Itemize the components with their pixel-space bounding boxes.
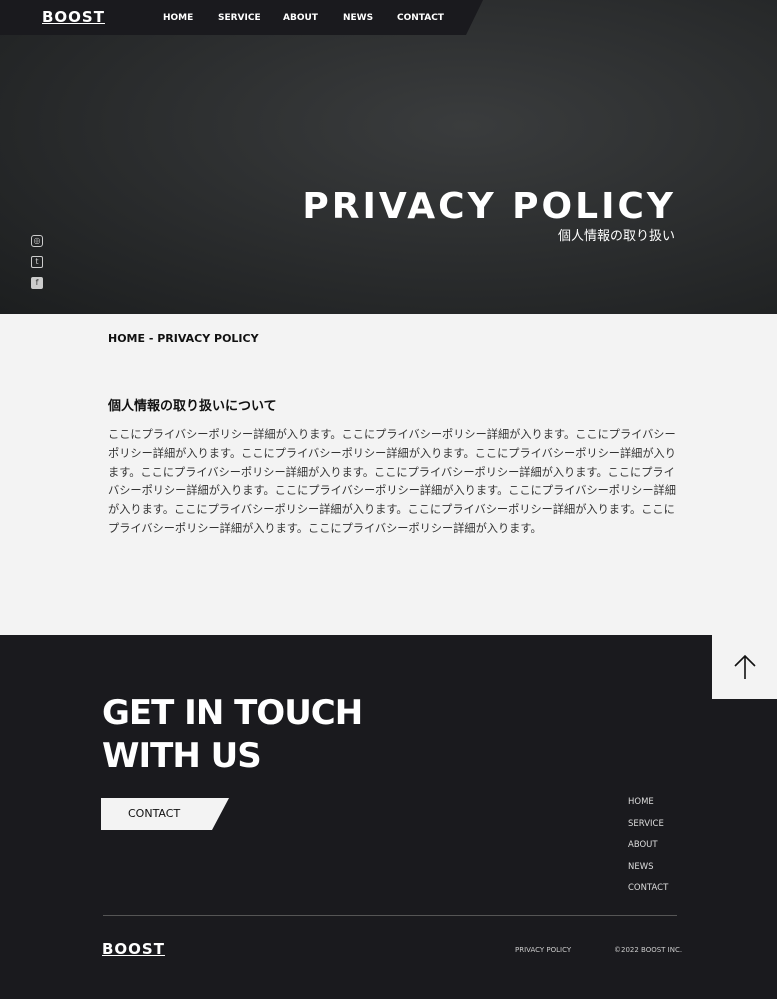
footer-nav-news[interactable]: NEWS (628, 862, 654, 872)
arrow-up-icon (733, 654, 756, 679)
nav-contact[interactable]: CONTACT (397, 13, 444, 23)
footer-logo[interactable]: BOOST (102, 940, 165, 958)
twitter-icon[interactable]: t (31, 256, 43, 268)
contact-button[interactable]: CONTACT (101, 798, 229, 830)
breadcrumb: HOME - PRIVACY POLICY (108, 332, 259, 345)
back-to-top-button[interactable] (712, 635, 777, 699)
footer-heading: GET IN TOUCH WITH US (102, 692, 363, 778)
section-heading: 個人情報の取り扱いについて (108, 399, 277, 414)
policy-text: ここにプライバシーポリシー詳細が入ります。ここにプライバシーポリシー詳細が入りま… (108, 428, 676, 535)
hero: BOOST HOME SERVICE ABOUT NEWS CONTACT PR… (0, 0, 777, 314)
page-title: PRIVACY POLICY (302, 186, 676, 227)
privacy-link[interactable]: PRIVACY POLICY (515, 946, 571, 954)
nav-about[interactable]: ABOUT (283, 13, 318, 23)
footer-nav-home[interactable]: HOME (628, 797, 654, 807)
footer-nav-contact[interactable]: CONTACT (628, 883, 668, 893)
copyright: ©2022 BOOST INC. (614, 946, 683, 954)
instagram-icon[interactable]: ◎ (31, 235, 43, 247)
facebook-icon[interactable]: f (31, 277, 43, 289)
nav-home[interactable]: HOME (163, 13, 193, 23)
nav-news[interactable]: NEWS (343, 13, 373, 23)
footer-heading-line1: GET IN TOUCH (102, 693, 363, 733)
footer-heading-line2: WITH US (102, 736, 262, 776)
footer-nav-about[interactable]: ABOUT (628, 840, 658, 850)
top-nav: BOOST HOME SERVICE ABOUT NEWS CONTACT (0, 0, 483, 35)
footer-nav-service[interactable]: SERVICE (628, 819, 664, 829)
nav-service[interactable]: SERVICE (218, 13, 261, 23)
page-subtitle: 個人情報の取り扱い (557, 229, 675, 244)
footer-divider (103, 915, 677, 916)
logo[interactable]: BOOST (42, 8, 105, 26)
